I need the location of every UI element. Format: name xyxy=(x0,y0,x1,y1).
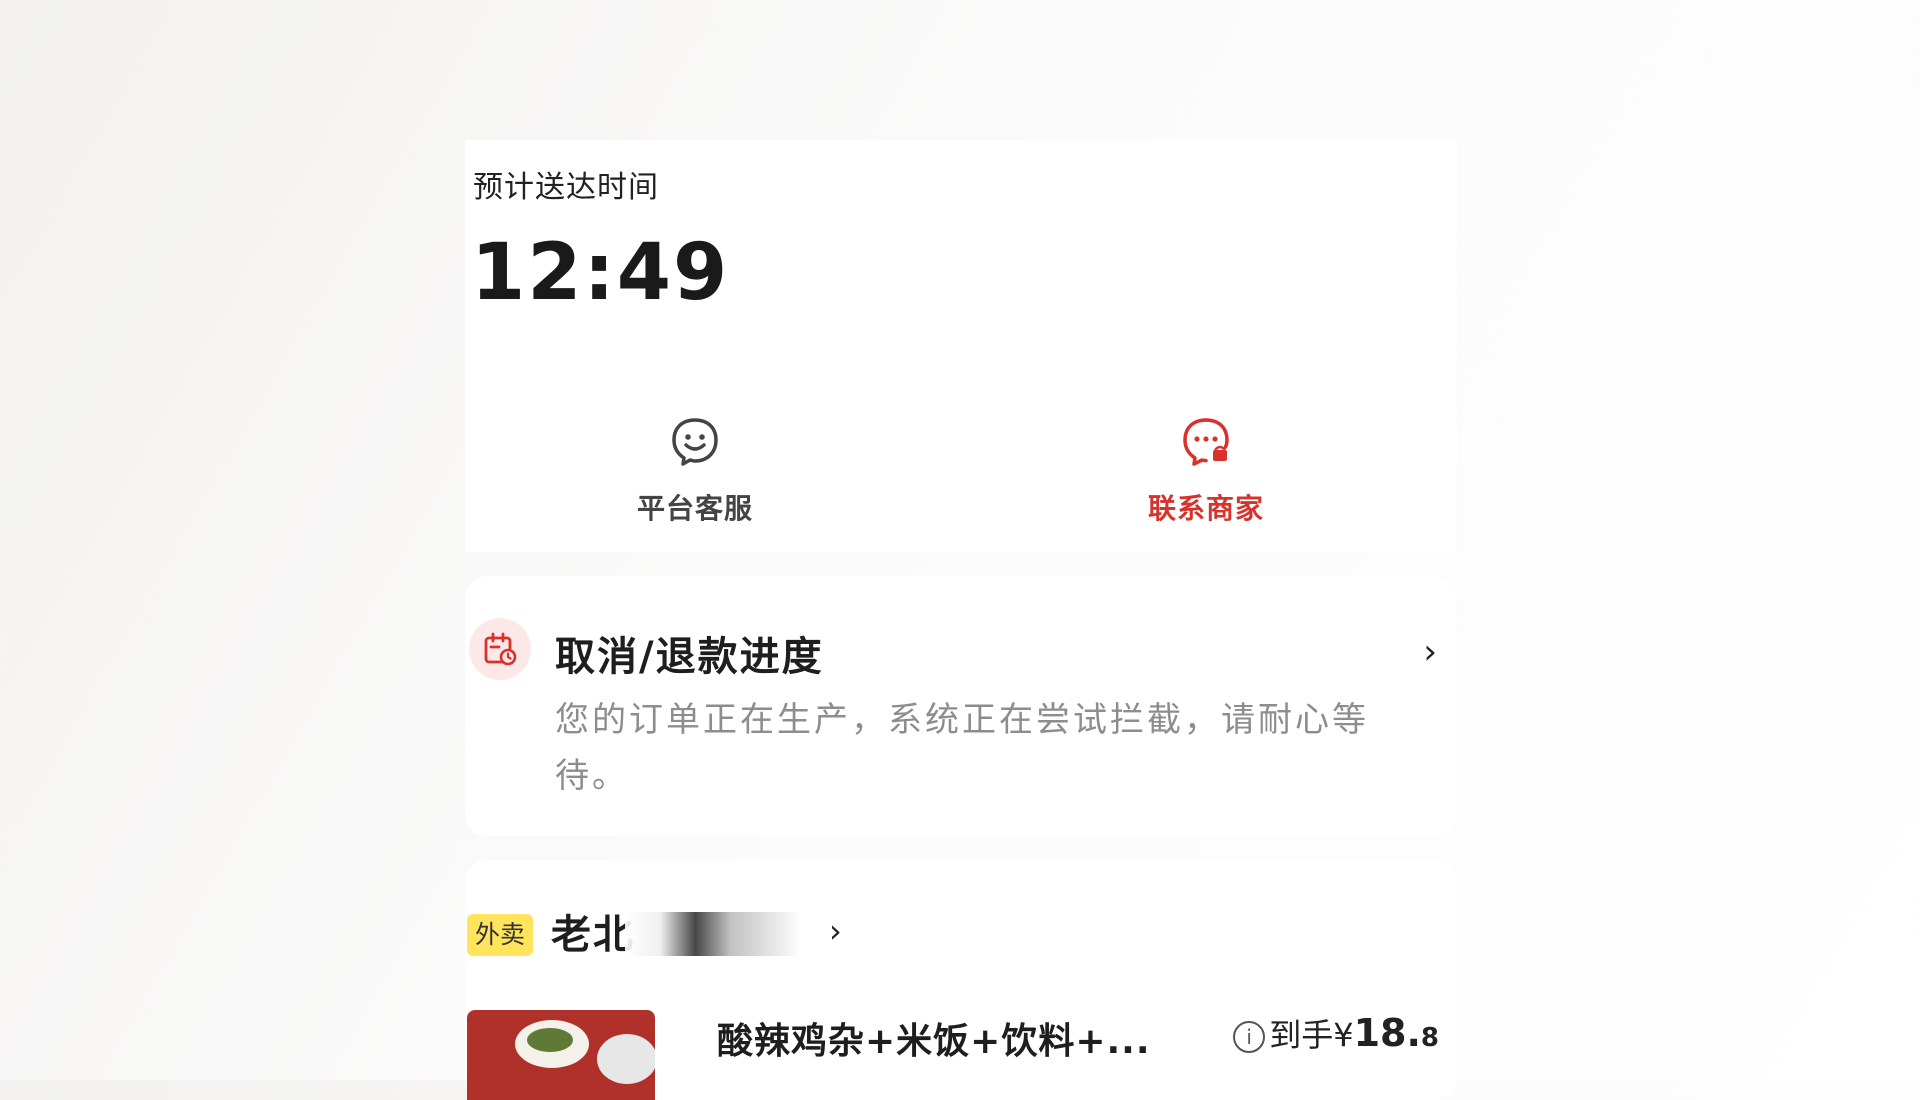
price-integer: 18. xyxy=(1353,1011,1421,1055)
contact-merchant-label: 联系商家 xyxy=(1147,492,1264,525)
action-bar: 平台客服 联系商家 xyxy=(465,390,1457,540)
refund-progress-card[interactable]: 取消/退款进度 › 您的订单正在生产，系统正在尝试拦截，请耐心等待。 xyxy=(465,576,1457,836)
item-price: i 到手¥18.8 xyxy=(1233,1010,1439,1056)
delivery-tag: 外卖 xyxy=(467,914,534,956)
item-thumbnail[interactable] xyxy=(467,1010,655,1100)
price-decimal: 8 xyxy=(1420,1023,1439,1053)
chevron-right-icon[interactable]: › xyxy=(1423,632,1437,672)
contact-merchant-button[interactable]: 联系商家 xyxy=(1106,390,1306,540)
item-name: 酸辣鸡杂+米饭+饮料+... xyxy=(717,1021,1151,1062)
eta-card: 预计送达时间 12:49 平台客服 联系商家 xyxy=(465,140,1457,552)
eta-time: 12:49 xyxy=(471,228,730,318)
price-prefix: 到手 xyxy=(1269,1016,1334,1054)
currency: ¥ xyxy=(1333,1016,1354,1054)
platform-service-button[interactable]: 平台客服 xyxy=(595,390,795,540)
smiley-chat-icon xyxy=(669,415,721,467)
store-chat-icon xyxy=(1180,415,1232,467)
store-name[interactable]: 老北 xyxy=(551,902,635,960)
chevron-right-icon[interactable]: › xyxy=(829,912,842,950)
refund-description: 您的订单正在生产，系统正在尝试拦截，请耐心等待。 xyxy=(555,700,1369,796)
refund-calendar-icon xyxy=(469,618,531,680)
order-card: 外卖 老北 › 酸辣鸡杂+米饭+饮料+... i 到手¥18.8 xyxy=(465,860,1457,1100)
eta-label: 预计送达时间 xyxy=(473,170,659,205)
platform-service-label: 平台客服 xyxy=(636,492,753,525)
info-icon[interactable]: i xyxy=(1233,1021,1266,1053)
redacted-store-name xyxy=(625,912,801,956)
order-detail-screen: 预计送达时间 12:49 平台客服 联系商家 取消/退款进度 › 您的订单正在生… xyxy=(465,140,1457,1100)
refund-title: 取消/退款进度 xyxy=(555,634,824,680)
